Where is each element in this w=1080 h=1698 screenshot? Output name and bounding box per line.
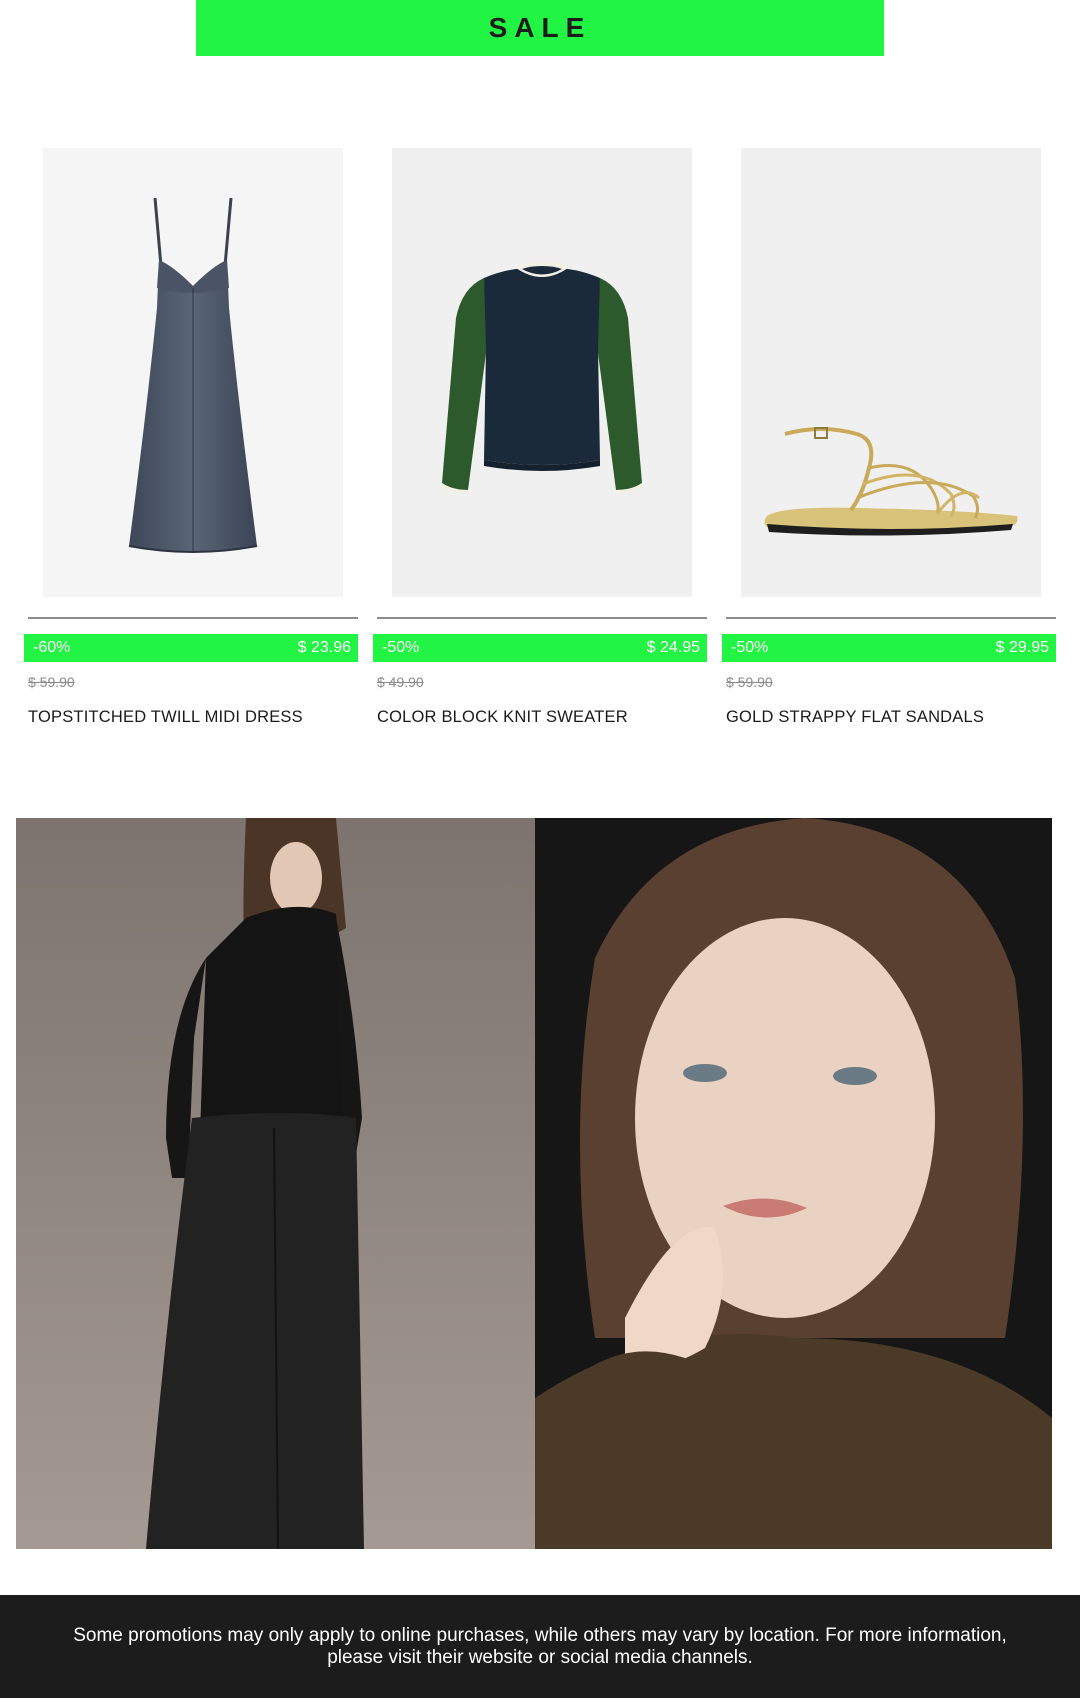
denim-dress-image	[128, 197, 258, 553]
model-portrait-illustration	[535, 818, 1052, 1549]
model-portrait-photo[interactable]	[535, 818, 1052, 1549]
discount-badge: -60%	[33, 639, 71, 656]
sale-price: $ 29.95	[995, 639, 1049, 656]
discount-badge: -50%	[731, 639, 769, 656]
sale-price: $ 23.96	[297, 639, 351, 656]
gold-sandals-image	[764, 427, 1018, 536]
product-name[interactable]: TOPSTITCHED TWILL MIDI DRESS	[28, 708, 303, 727]
disclaimer-text: Some promotions may only apply to online…	[73, 1624, 1007, 1668]
product-image[interactable]	[392, 148, 692, 597]
divider	[28, 617, 358, 619]
product-image[interactable]	[43, 148, 343, 597]
product-name[interactable]: GOLD STRAPPY FLAT SANDALS	[726, 708, 984, 727]
original-price: $ 59.90	[726, 674, 773, 690]
price-bar: -50% $ 29.95	[722, 634, 1056, 662]
original-price: $ 49.90	[377, 674, 424, 690]
sale-banner-label: SALE	[488, 12, 592, 43]
price-bar: -50% $ 24.95	[373, 634, 707, 662]
model-full-length-illustration	[16, 818, 535, 1549]
product-name[interactable]: COLOR BLOCK KNIT SWEATER	[377, 708, 628, 727]
original-price: $ 59.90	[28, 674, 75, 690]
divider	[726, 617, 1056, 619]
discount-badge: -50%	[382, 639, 420, 656]
sale-price: $ 24.95	[646, 639, 700, 656]
footer-disclaimer: Some promotions may only apply to online…	[0, 1595, 1080, 1698]
sale-banner[interactable]: SALE	[196, 0, 884, 56]
product-image[interactable]	[741, 148, 1041, 597]
divider	[377, 617, 707, 619]
price-bar: -60% $ 23.96	[24, 634, 358, 662]
lookbook-banner[interactable]	[16, 818, 1052, 1549]
knit-sweater-image	[441, 262, 643, 494]
model-full-length-photo[interactable]	[16, 818, 535, 1549]
